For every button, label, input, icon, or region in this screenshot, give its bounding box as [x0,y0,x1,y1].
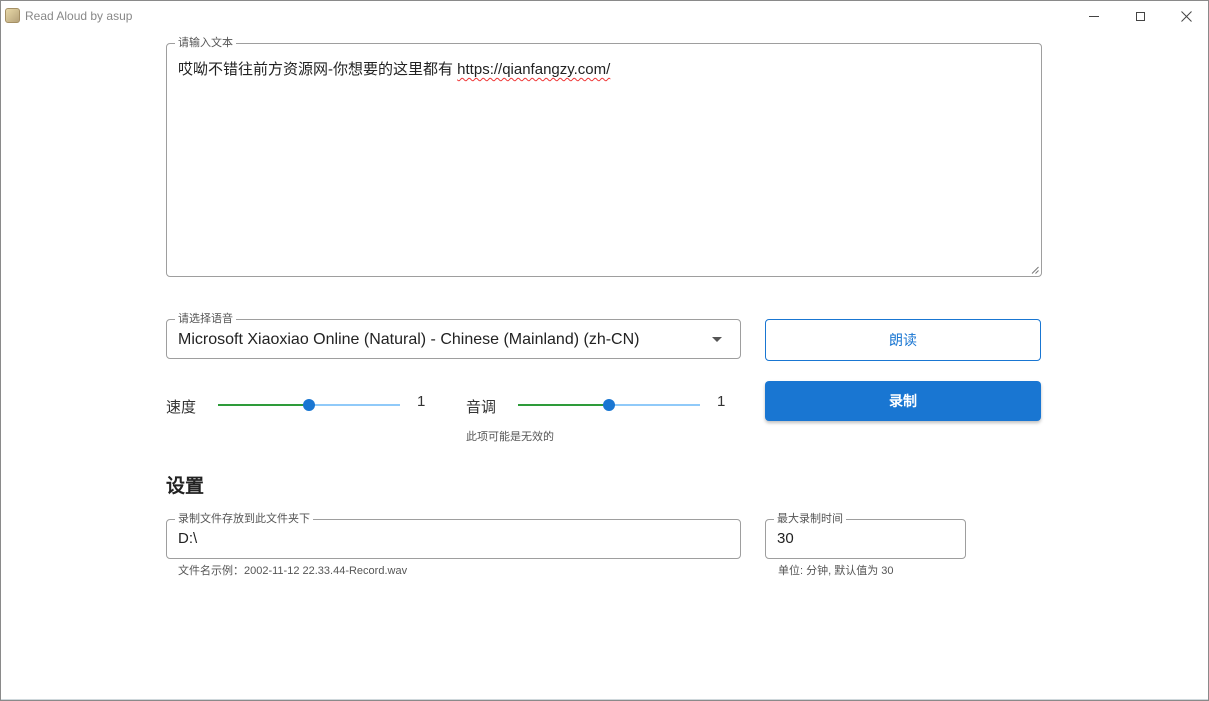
app-logo-icon [5,8,20,23]
speed-value: 1 [417,393,426,410]
text-input-content[interactable]: 哎呦不错往前方资源网-你想要的这里都有 https://qianfangzy.c… [178,58,610,79]
minimize-icon [1089,15,1099,17]
max-time-value: 30 [777,530,794,547]
window-title: Read Aloud by asup [25,9,133,23]
maximize-button[interactable] [1117,1,1163,31]
read-aloud-button[interactable]: 朗读 [765,319,1041,361]
pitch-value: 1 [717,393,726,410]
title-bar: Read Aloud by asup [1,1,1208,31]
speed-slider[interactable] [218,399,400,411]
pitch-slider-thumb[interactable] [603,399,615,411]
folder-input[interactable]: 录制文件存放到此文件夹下 D:\ [166,512,741,559]
text-input-area[interactable]: 请输入文本 哎呦不错往前方资源网-你想要的这里都有 https://qianfa… [166,36,1042,277]
voice-select[interactable]: 请选择语音 Microsoft Xiaoxiao Online (Natural… [166,312,741,359]
max-time-input[interactable]: 最大录制时间 30 [765,512,966,559]
text-input-url: https://qianfangzy.com/ [457,61,611,78]
speed-slider-fill [218,404,309,406]
minimize-button[interactable] [1071,1,1117,31]
app-window: Read Aloud by asup 请输入文本 哎呦不错往前方资源网-你想要的… [0,0,1209,701]
record-button[interactable]: 录制 [765,381,1041,421]
text-input-legend: 请输入文本 [175,36,236,50]
pitch-hint: 此项可能是无效的 [466,431,554,443]
maximize-icon [1135,11,1145,21]
speed-label: 速度 [166,399,197,416]
close-icon [1180,10,1192,22]
voice-select-legend: 请选择语音 [175,312,236,326]
window-bottom-border [1,699,1208,700]
pitch-slider[interactable] [518,399,700,411]
voice-select-value: Microsoft Xiaoxiao Online (Natural) - Ch… [178,331,640,348]
folder-hint: 文件名示例：2002-11-12 22.33.44-Record.wav [178,565,408,577]
text-input-text: 哎呦不错往前方资源网-你想要的这里都有 [178,61,458,78]
folder-input-value: D:\ [178,530,198,547]
max-time-legend: 最大录制时间 [774,512,846,526]
pitch-slider-fill [518,404,609,406]
close-button[interactable] [1163,1,1208,31]
max-time-hint: 单位: 分钟, 默认值为 30 [778,565,894,577]
dropdown-arrow-icon [712,337,722,342]
speed-slider-thumb[interactable] [303,399,315,411]
folder-input-legend: 录制文件存放到此文件夹下 [175,512,313,526]
settings-title: 设置 [166,476,205,497]
pitch-label: 音调 [466,399,497,416]
resize-grip-icon[interactable] [1031,266,1039,274]
